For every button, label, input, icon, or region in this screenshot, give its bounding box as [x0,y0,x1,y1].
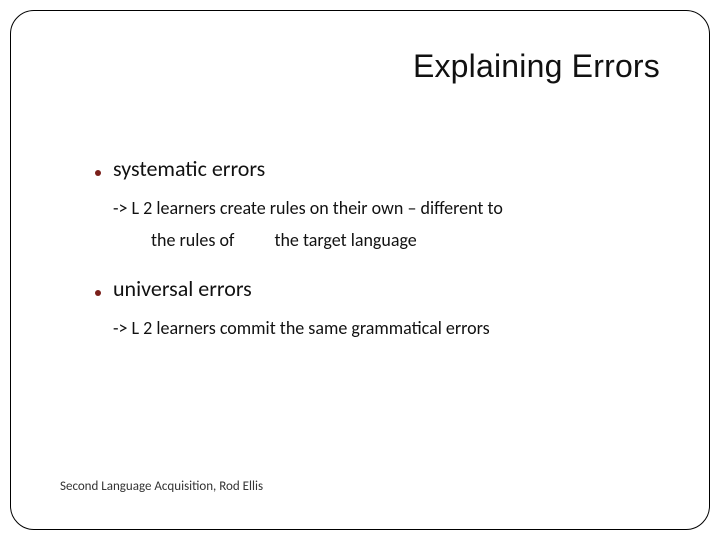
bullet-heading: universal errors [113,275,252,302]
bullet-subtext: -> L 2 learners create rules on their ow… [113,192,660,257]
bullet-dot-icon [95,290,101,296]
sub-line: -> L 2 learners commit the same grammati… [113,312,660,344]
bullet-item: systematic errors [95,155,660,182]
slide-footer: Second Language Acquisition, Rod Ellis [60,479,263,494]
sub-fragment: the target language [274,229,416,251]
sub-line: the rules of the target language [151,224,660,256]
bullet-dot-icon [95,170,101,176]
sub-line: -> L 2 learners create rules on their ow… [113,192,660,224]
bullet-item: universal errors [95,275,660,302]
slide: Explaining Errors systematic errors -> L… [0,0,720,540]
slide-content: systematic errors -> L 2 learners create… [95,155,660,362]
sub-fragment: the rules of [151,229,234,251]
bullet-subtext: -> L 2 learners commit the same grammati… [113,312,660,344]
slide-title: Explaining Errors [413,48,660,85]
bullet-heading: systematic errors [113,155,265,182]
